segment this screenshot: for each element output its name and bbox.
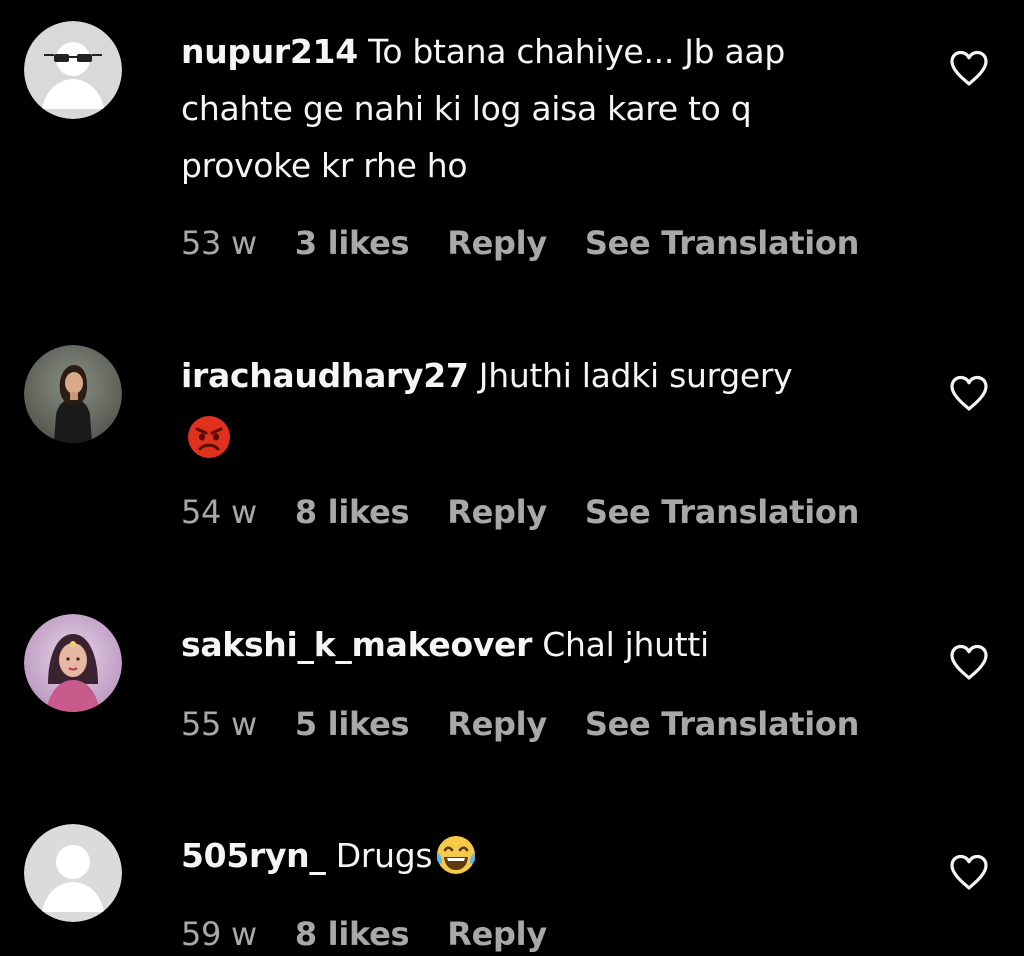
profile-photo[interactable] bbox=[24, 345, 122, 443]
profile-photo[interactable] bbox=[24, 614, 122, 712]
comment-timestamp[interactable]: 53 w bbox=[181, 224, 257, 262]
heart-outline-icon[interactable] bbox=[948, 49, 990, 87]
comment-username[interactable]: irachaudhary27 bbox=[181, 356, 469, 395]
comment-text: Drugs bbox=[335, 836, 433, 875]
heart-outline-icon[interactable] bbox=[948, 374, 990, 412]
heart-outline-icon[interactable] bbox=[948, 643, 990, 681]
comment-text: chahte ge nahi ki log aisa kare to q bbox=[181, 89, 752, 128]
default-avatar-icon[interactable] bbox=[24, 824, 122, 922]
comment-text: Chal jhutti bbox=[542, 625, 709, 664]
comment-timestamp[interactable]: 55 w bbox=[181, 705, 257, 743]
comment-text: To btana chahiye... Jb aap bbox=[368, 32, 785, 71]
comment-timestamp[interactable]: 54 w bbox=[181, 493, 257, 531]
comment-text: provoke kr rhe ho bbox=[181, 146, 468, 185]
sunglasses-avatar-icon[interactable] bbox=[24, 21, 122, 119]
heart-outline-icon[interactable] bbox=[948, 853, 990, 891]
comment-likes-count[interactable]: 3 likes bbox=[295, 224, 410, 262]
tears-of-joy-emoji bbox=[434, 833, 478, 877]
comment-likes-count[interactable]: 5 likes bbox=[295, 705, 410, 743]
reply-button[interactable]: Reply bbox=[447, 224, 547, 262]
comment-timestamp[interactable]: 59 w bbox=[181, 915, 257, 953]
comment-body: sakshi_k_makeover Chal jhutti bbox=[181, 616, 901, 673]
comment-body: 505ryn_ Drugs bbox=[181, 827, 901, 884]
comment-username[interactable]: sakshi_k_makeover bbox=[181, 625, 532, 664]
reply-button[interactable]: Reply bbox=[447, 915, 547, 953]
reply-button[interactable]: Reply bbox=[447, 493, 547, 531]
comment-meta: 59 w 8 likes Reply bbox=[181, 912, 585, 956]
comment-likes-count[interactable]: 8 likes bbox=[295, 493, 410, 531]
see-translation-button[interactable]: See Translation bbox=[585, 224, 860, 262]
comment-body: nupur214 To btana chahiye... Jb aap chah… bbox=[181, 23, 901, 194]
comment-likes-count[interactable]: 8 likes bbox=[295, 915, 410, 953]
comment-username[interactable]: 505ryn_ bbox=[181, 836, 326, 875]
see-translation-button[interactable]: See Translation bbox=[585, 493, 860, 531]
comment-body: irachaudhary27 Jhuthi ladki surgery bbox=[181, 347, 901, 461]
comment-meta: 54 w 8 likes Reply See Translation bbox=[181, 490, 859, 534]
comment-meta: 55 w 5 likes Reply See Translation bbox=[181, 702, 859, 746]
reply-button[interactable]: Reply bbox=[447, 705, 547, 743]
comment-meta: 53 w 3 likes Reply See Translation bbox=[181, 221, 859, 265]
angry-face-emoji bbox=[187, 415, 231, 459]
comment-username[interactable]: nupur214 bbox=[181, 32, 358, 71]
comment-text: Jhuthi ladki surgery bbox=[478, 356, 793, 395]
see-translation-button[interactable]: See Translation bbox=[585, 705, 860, 743]
